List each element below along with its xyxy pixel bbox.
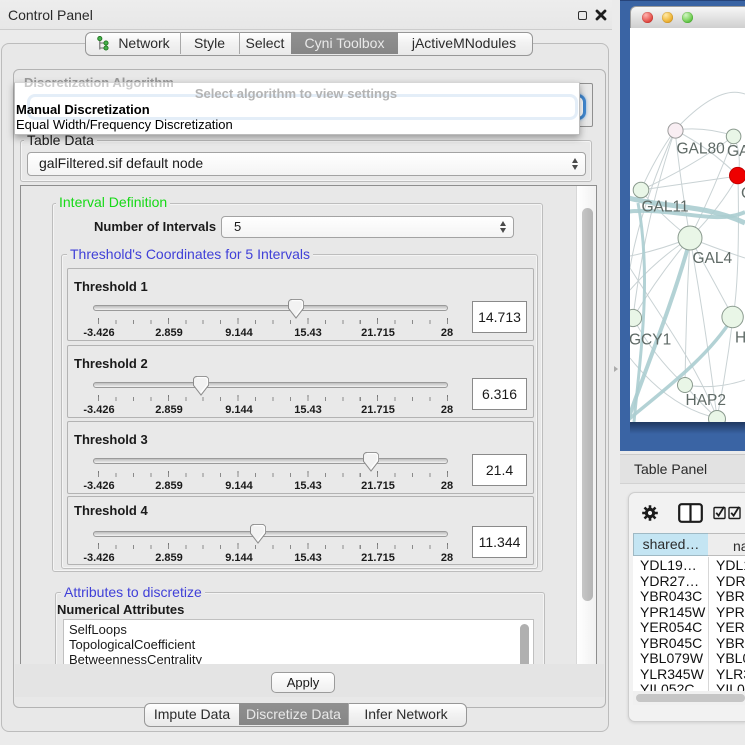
svg-text:GA: GA: [727, 143, 745, 160]
svg-text:C: C: [741, 185, 745, 202]
svg-text:GCY1: GCY1: [630, 332, 671, 349]
svg-text:GAL11: GAL11: [642, 199, 689, 216]
svg-text:GAL4: GAL4: [693, 250, 733, 267]
svg-text:HAP2: HAP2: [686, 392, 727, 409]
svg-text:H: H: [735, 330, 745, 347]
svg-text:GAL80: GAL80: [677, 141, 726, 158]
